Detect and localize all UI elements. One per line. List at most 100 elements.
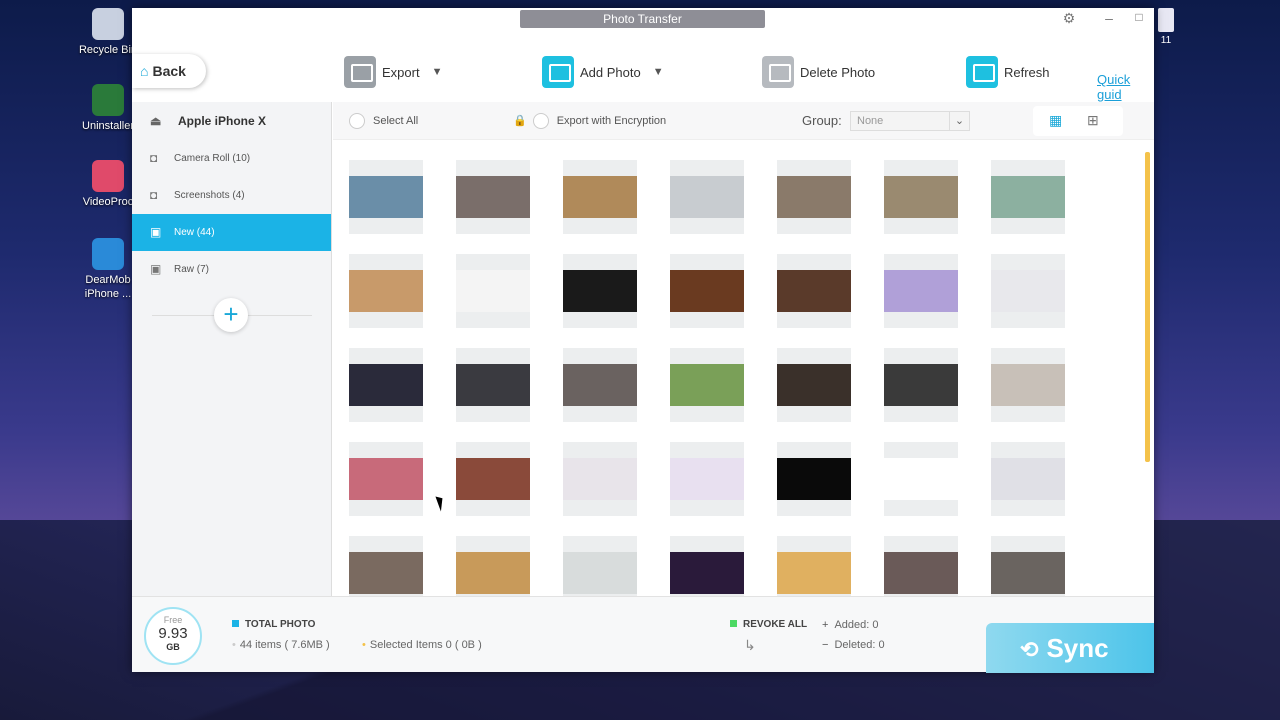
photo-thumbnail[interactable] [777, 254, 851, 328]
photo-thumbnail[interactable] [349, 348, 423, 422]
export-encryption-label: Export with Encryption [556, 114, 667, 127]
photo-image [777, 458, 851, 500]
deleted-count: − Deleted: 0 [822, 639, 885, 651]
photo-image [777, 270, 851, 312]
photo-thumbnail[interactable] [563, 348, 637, 422]
desktop-icon-right-label: 11 [1160, 35, 1172, 46]
photo-thumbnail[interactable] [456, 160, 530, 234]
photo-image [991, 364, 1065, 406]
vertical-scrollbar[interactable] [1145, 152, 1150, 462]
export-button[interactable]: Export ▼ [344, 54, 442, 90]
photo-thumbnail[interactable] [349, 254, 423, 328]
photo-thumbnail[interactable] [349, 160, 423, 234]
maximize-button[interactable]: □ [1128, 10, 1150, 24]
photo-thumbnail[interactable] [884, 254, 958, 328]
sidebar-item-label: Screenshots (4) [174, 190, 245, 201]
desktop-icon-right[interactable]: 11 [1156, 8, 1176, 46]
photo-thumbnail[interactable] [670, 348, 744, 422]
small-grid-icon[interactable]: ⊞ [1087, 112, 1099, 129]
desktop-icon-label: Uninstaller [82, 120, 134, 132]
encryption-checkbox[interactable] [532, 113, 549, 129]
add-photo-button[interactable]: Add Photo ▼ [542, 54, 664, 90]
sidebar-item[interactable]: ▣ Raw (7) [132, 251, 331, 288]
photo-thumbnail[interactable] [991, 536, 1065, 596]
select-all[interactable]: Select All [349, 113, 418, 129]
photo-thumbnail[interactable] [670, 536, 744, 596]
minimize-button[interactable]: – [1098, 10, 1120, 26]
desktop-icon[interactable]: Recycle Bin [78, 8, 138, 57]
photo-image [563, 270, 637, 312]
status-bar: Free 9.93 GB TOTAL PHOTO • 44 items ( 7.6… [132, 596, 1154, 673]
photo-image [884, 364, 958, 406]
photo-image [884, 176, 958, 218]
photo-thumbnail[interactable] [884, 536, 958, 596]
home-icon: ⌂ [140, 63, 149, 79]
photo-thumbnail[interactable] [777, 442, 851, 516]
add-album-button[interactable]: + [214, 298, 248, 332]
refresh-button[interactable]: Refresh [966, 54, 1050, 90]
sidebar-item[interactable]: ◘ Camera Roll (10) [132, 140, 331, 177]
photo-thumbnail[interactable] [884, 348, 958, 422]
add-photo-label: Add Photo [580, 64, 641, 80]
photo-image [777, 364, 851, 406]
photo-image [777, 552, 851, 594]
photo-thumbnail[interactable] [456, 254, 530, 328]
desktop-icon[interactable]: DearMob iPhone ... [78, 238, 138, 301]
select-all-checkbox[interactable] [349, 113, 365, 129]
photo-thumbnail[interactable] [349, 536, 423, 596]
photo-thumbnail[interactable] [991, 160, 1065, 234]
photo-image [563, 176, 637, 218]
photo-thumbnail[interactable] [777, 160, 851, 234]
camera-icon: ◘ [150, 188, 158, 202]
photo-image [349, 552, 423, 594]
delete-photo-icon [762, 56, 794, 88]
photo-thumbnail[interactable] [563, 160, 637, 234]
photo-thumbnail[interactable] [884, 442, 958, 516]
sync-label: Sync [1046, 633, 1109, 663]
photo-thumbnail[interactable] [991, 442, 1065, 516]
photo-thumbnail[interactable] [456, 536, 530, 596]
revoke-all-button[interactable]: REVOKE ALL [730, 619, 807, 630]
sidebar-item-label: New (44) [174, 227, 215, 238]
total-photo-heading: TOTAL PHOTO [232, 619, 315, 630]
total-photo-marker [232, 620, 239, 627]
photo-thumbnail[interactable] [670, 160, 744, 234]
quick-guide-link[interactable]: Quick guid [1097, 72, 1154, 102]
device-header[interactable]: ⏏ Apple iPhone X [132, 102, 331, 140]
photo-thumbnail[interactable] [777, 536, 851, 596]
delete-photo-button[interactable]: Delete Photo [762, 54, 875, 90]
large-grid-icon[interactable]: ▦ [1049, 112, 1062, 129]
photo-thumbnail[interactable] [991, 348, 1065, 422]
photo-image [349, 270, 423, 312]
photo-thumbnail[interactable] [670, 254, 744, 328]
desktop-icon[interactable]: VideoProc [78, 160, 138, 209]
desktop-icon[interactable]: Uninstaller [78, 84, 138, 133]
desktop-icon-label: DearMob iPhone ... [84, 274, 132, 300]
sidebar-item[interactable]: ◘ Screenshots (4) [132, 177, 331, 214]
chevron-down-icon[interactable]: ▼ [653, 66, 664, 78]
photo-image [456, 458, 530, 500]
photo-thumbnail[interactable] [563, 536, 637, 596]
chevron-down-icon[interactable]: ▼ [432, 66, 443, 78]
sync-icon: ⟲ [1020, 637, 1039, 662]
photo-thumbnail[interactable] [563, 442, 637, 516]
photo-thumbnail[interactable] [777, 348, 851, 422]
back-button[interactable]: ⌂ Back [132, 54, 206, 88]
sync-button[interactable]: ⟲ Sync [986, 623, 1154, 673]
photo-thumbnail[interactable] [884, 160, 958, 234]
eject-icon[interactable]: ⏏ [150, 102, 161, 140]
photo-thumbnail[interactable] [456, 348, 530, 422]
photo-thumbnail[interactable] [349, 442, 423, 516]
photo-thumbnail[interactable] [670, 442, 744, 516]
file-icon [1158, 8, 1174, 32]
photo-thumbnail[interactable] [563, 254, 637, 328]
sidebar-item[interactable]: ▣ New (44) [132, 214, 331, 251]
title-bar[interactable]: Photo Transfer ⚙ – □ [132, 8, 1154, 34]
photo-thumbnail[interactable] [456, 442, 530, 516]
settings-icon[interactable]: ⚙ [1058, 10, 1080, 27]
delete-photo-label: Delete Photo [800, 64, 876, 80]
photo-thumbnail[interactable] [991, 254, 1065, 328]
add-photo-icon [542, 56, 574, 88]
group-select[interactable]: None ⌄ [850, 111, 970, 131]
export-encryption[interactable]: 🔒 Export with Encryption [513, 113, 666, 129]
